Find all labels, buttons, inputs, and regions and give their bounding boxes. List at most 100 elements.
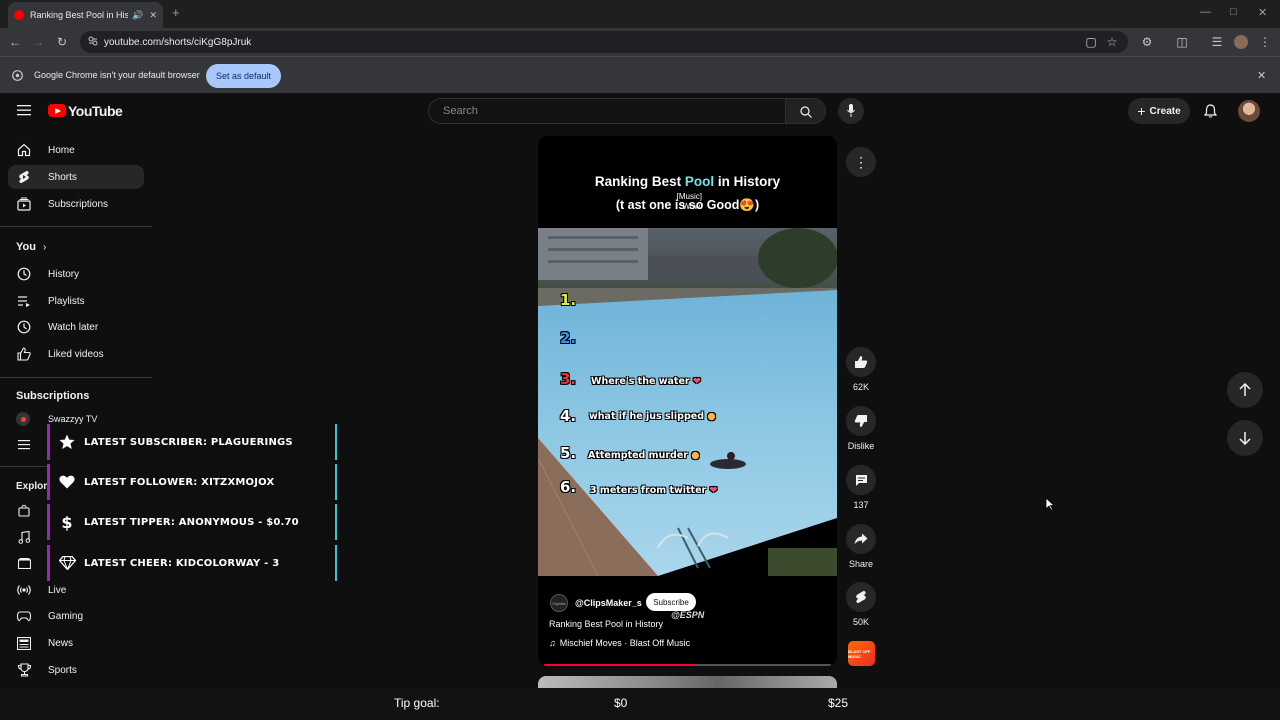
- short-info-panel: ClipMkr @ClipsMaker_s Subscribe @ESPN Ra…: [538, 576, 837, 666]
- reload-icon[interactable]: ↻: [55, 35, 69, 49]
- video-title-band: Ranking Best Pool in History (t ast one …: [538, 136, 837, 228]
- comment-icon: [855, 474, 868, 487]
- rank-text: Attempted murder ●: [588, 450, 700, 461]
- install-app-icon[interactable]: ▢: [1084, 35, 1098, 49]
- voice-search-button[interactable]: [838, 98, 864, 124]
- caption-line: Wow.: [682, 202, 702, 211]
- profile-avatar-icon[interactable]: [1234, 35, 1248, 49]
- infobar-close-icon[interactable]: ✕: [1257, 69, 1266, 82]
- media-controls-icon[interactable]: ☰: [1210, 35, 1224, 49]
- star-icon: [50, 434, 84, 450]
- tip-goal-label: Tip goal:: [394, 696, 440, 710]
- create-button[interactable]: + Create: [1128, 98, 1190, 124]
- music-note-icon: ♫: [549, 638, 556, 648]
- subscribe-button[interactable]: Subscribe: [646, 593, 696, 611]
- previous-short-button[interactable]: [1227, 372, 1263, 408]
- browser-tab[interactable]: Ranking Best Pool in Histor 🔊 ✕: [8, 2, 163, 28]
- sidebar-item-home[interactable]: Home: [8, 138, 144, 162]
- minimize-button[interactable]: —: [1200, 6, 1211, 18]
- site-info-icon[interactable]: [88, 36, 98, 46]
- sidebar-you-heading[interactable]: You ›: [16, 241, 46, 253]
- search-input[interactable]: Search: [428, 98, 786, 124]
- hamburger-menu-icon[interactable]: [17, 104, 31, 116]
- next-short-preview[interactable]: [538, 676, 837, 688]
- sidebar-item-label: Shorts: [48, 171, 77, 183]
- dislike-label: Dislike: [847, 441, 875, 451]
- shorts-video-player[interactable]: Ranking Best Pool in History (t ast one …: [538, 136, 837, 666]
- music-link[interactable]: ♫ Mischief Moves · Blast Off Music: [549, 638, 690, 648]
- sidebar-item-sports[interactable]: Sports: [8, 658, 144, 682]
- sidebar-item-label: News: [48, 637, 74, 649]
- chrome-menu-icon[interactable]: ⋮: [1258, 35, 1272, 49]
- back-icon[interactable]: ←: [8, 35, 22, 49]
- youtube-logo-text[interactable]: YouTube: [68, 103, 123, 119]
- show-more-subscriptions-icon[interactable]: [18, 440, 30, 450]
- video-progress-fill: [544, 664, 697, 666]
- sidebar-item-liked-videos[interactable]: Liked videos: [8, 342, 144, 366]
- overlay-alert-follower: LATEST FOLLOWER: XITZXMOJOX: [47, 464, 337, 500]
- comments-button[interactable]: [846, 465, 876, 495]
- sidebar-item-news[interactable]: News: [8, 631, 144, 655]
- rank-text: what if he jus slipped ●: [589, 411, 716, 422]
- address-bar[interactable]: youtube.com/shorts/ciKgG8pJruk: [80, 31, 1128, 53]
- new-tab-button[interactable]: +: [172, 5, 180, 20]
- next-short-button[interactable]: [1227, 420, 1263, 456]
- sidebar-item-subscriptions[interactable]: Subscriptions: [8, 192, 144, 216]
- maximize-button[interactable]: □: [1230, 6, 1237, 18]
- browser-tab-strip: Ranking Best Pool in Histor 🔊 ✕ + — □ ✕: [0, 0, 1280, 28]
- channel-avatar[interactable]: ClipMkr: [550, 594, 568, 612]
- emoji-icon: ●: [691, 450, 700, 461]
- infobar-message: Google Chrome isn't your default browser: [34, 70, 200, 80]
- like-button[interactable]: [846, 347, 876, 377]
- extensions-icon[interactable]: ⚙: [1140, 35, 1154, 49]
- channel-avatar: [16, 412, 30, 426]
- closed-caption: [Music] Wow.: [538, 192, 702, 212]
- more-options-button[interactable]: ⋮: [846, 147, 876, 177]
- create-label: Create: [1149, 105, 1181, 117]
- youtube-logo-icon[interactable]: [48, 104, 66, 117]
- rank-text: Where's the water ❤: [591, 376, 701, 387]
- sidebar-item-playlists[interactable]: Playlists: [8, 289, 144, 313]
- account-avatar[interactable]: [1238, 100, 1260, 122]
- mouse-cursor-icon: [1045, 497, 1055, 511]
- sound-thumbnail[interactable]: BLAST OFF MUSIC: [848, 641, 875, 666]
- window-close-button[interactable]: ✕: [1258, 6, 1267, 19]
- short-title[interactable]: Ranking Best Pool in History: [549, 619, 663, 629]
- rank-number: 5.: [560, 444, 576, 462]
- bookmark-star-icon[interactable]: ☆: [1105, 35, 1119, 49]
- search-button[interactable]: [786, 98, 826, 124]
- overlay-alert-tipper: $ LATEST TIPPER: ANONYMOUS - $0.70: [47, 504, 337, 540]
- tip-goal-current: $0: [614, 696, 628, 710]
- video-progress-bar[interactable]: [544, 664, 831, 666]
- channel-name[interactable]: @ClipsMaker_s: [575, 598, 642, 608]
- music-icon[interactable]: [18, 531, 30, 544]
- sidebar-item-watch-later[interactable]: Watch later: [8, 315, 144, 339]
- set-default-button[interactable]: Set as default: [206, 64, 281, 88]
- scared-emoji-icon: ●: [707, 411, 716, 422]
- remix-button[interactable]: [846, 582, 876, 612]
- sidebar-item-shorts[interactable]: Shorts: [8, 165, 144, 189]
- share-button[interactable]: [846, 524, 876, 554]
- sidebar-item-live[interactable]: Live: [8, 578, 144, 602]
- dislike-button[interactable]: [846, 406, 876, 436]
- audio-playing-icon[interactable]: 🔊: [132, 10, 143, 21]
- sidebar-divider: [0, 226, 152, 227]
- sidebar-item-history[interactable]: History: [8, 262, 144, 286]
- sidebar-item-label: Live: [48, 584, 67, 596]
- more-vertical-icon: ⋮: [854, 153, 868, 170]
- shopping-icon[interactable]: [18, 504, 30, 517]
- forward-icon[interactable]: →: [31, 35, 45, 49]
- notifications-bell-icon[interactable]: [1204, 104, 1217, 118]
- rank-label: Attempted murder: [588, 450, 688, 461]
- arrow-down-icon: [1239, 431, 1251, 445]
- rank-num: 1.: [560, 291, 577, 309]
- rank-num: 3.: [560, 370, 577, 388]
- sidebar-item-gaming[interactable]: Gaming: [8, 604, 144, 628]
- sidebar-item-label: Home: [48, 144, 75, 156]
- like-count: 62K: [852, 382, 869, 392]
- side-panel-icon[interactable]: ◫: [1175, 35, 1189, 49]
- tab-close-icon[interactable]: ✕: [149, 10, 157, 21]
- dollar-icon: $: [61, 512, 73, 532]
- alert-text: LATEST SUBSCRIBER: PLAGUERINGS: [84, 436, 293, 448]
- movies-icon[interactable]: [18, 558, 31, 569]
